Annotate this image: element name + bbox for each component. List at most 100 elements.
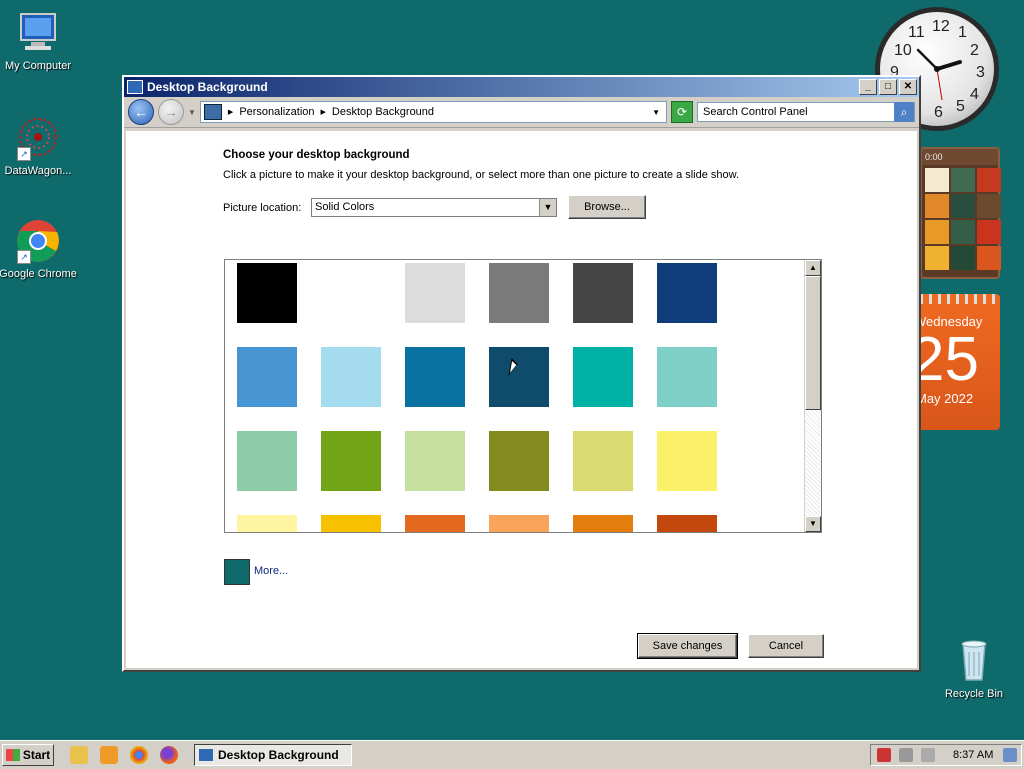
start-button[interactable]: Start (2, 744, 54, 766)
explorer-icon[interactable] (70, 746, 88, 764)
content-pane: Choose your desktop background Click a p… (126, 131, 917, 668)
minimize-button[interactable]: _ (859, 79, 877, 95)
chrome-icon: ↗ (15, 218, 61, 264)
color-swatch[interactable] (573, 263, 633, 323)
browse-button[interactable]: Browse... (568, 195, 646, 219)
system-tray: 8:37 AM (870, 744, 1022, 766)
taskbar-item-label: Desktop Background (218, 748, 339, 762)
color-swatch[interactable] (405, 347, 465, 407)
forward-arrow-icon: → (164, 104, 178, 120)
breadcrumb-personalization[interactable]: Personalization (239, 106, 314, 118)
color-swatch[interactable] (489, 347, 549, 407)
save-changes-button[interactable]: Save changes (637, 633, 738, 659)
chrome-icon[interactable] (130, 746, 148, 764)
title-bar[interactable]: Desktop Background _ □ ✕ (124, 77, 919, 97)
calendar-gadget[interactable]: Wednesday 25 May 2022 (920, 294, 1000, 430)
search-icon[interactable]: ⌕ (894, 102, 914, 122)
color-swatch[interactable] (321, 263, 381, 323)
desktop-icon-recycle-bin[interactable]: Recycle Bin (934, 638, 1014, 700)
breadcrumb-separator-icon: ▶ (320, 109, 326, 116)
current-color-swatch[interactable] (224, 559, 250, 585)
maximize-button[interactable]: □ (879, 79, 897, 95)
color-swatch[interactable] (321, 347, 381, 407)
color-swatch[interactable] (405, 431, 465, 491)
security-alert-icon[interactable] (877, 748, 891, 762)
puzzle-timer: 0:00 (922, 149, 998, 165)
search-input[interactable]: Search Control Panel ⌕ (697, 102, 915, 122)
desktop-icon-my-computer[interactable]: My Computer (0, 10, 78, 72)
network-icon[interactable] (899, 748, 913, 762)
media-player-icon[interactable] (100, 746, 118, 764)
clock-time[interactable]: 8:37 AM (953, 749, 993, 761)
search-placeholder: Search Control Panel (703, 106, 808, 118)
calendar-month-year: May 2022 (920, 391, 974, 406)
color-swatch[interactable] (405, 263, 465, 323)
color-swatch[interactable] (489, 263, 549, 323)
color-swatch[interactable] (489, 431, 549, 491)
color-swatch[interactable] (573, 515, 633, 532)
color-swatch[interactable] (657, 431, 717, 491)
refresh-icon: ⟳ (676, 105, 688, 119)
refresh-button[interactable]: ⟳ (671, 101, 693, 123)
windows-logo-icon (5, 749, 20, 761)
more-colors-link[interactable]: More... (254, 565, 288, 577)
desktop-icon-label: DataWagon... (4, 165, 72, 177)
picture-puzzle-gadget[interactable]: 0:00 (920, 147, 1001, 279)
taskbar-item-desktop-background[interactable]: Desktop Background (194, 744, 352, 766)
window-title: Desktop Background (147, 80, 268, 94)
desktop-icon-label: My Computer (4, 60, 72, 72)
navigation-bar: ← → ▼ ▶ Personalization ▶ Desktop Backgr… (124, 97, 919, 128)
close-button[interactable]: ✕ (899, 79, 917, 95)
shortcut-arrow-icon: ↗ (17, 147, 31, 161)
desktop-icon-google-chrome[interactable]: ↗ Google Chrome (0, 218, 78, 280)
forward-button[interactable]: → (158, 99, 184, 125)
color-swatch[interactable] (657, 347, 717, 407)
scroll-thumb[interactable] (805, 276, 821, 410)
desktop-icon-label: Recycle Bin (944, 688, 1004, 700)
address-bar[interactable]: ▶ Personalization ▶ Desktop Background ▼ (199, 101, 667, 123)
desktop-icon-label: Google Chrome (0, 268, 77, 280)
cancel-button[interactable]: Cancel (748, 634, 824, 658)
page-description: Click a picture to make it your desktop … (223, 169, 740, 181)
color-swatch[interactable] (573, 347, 633, 407)
scroll-down-button[interactable]: ▼ (805, 516, 821, 532)
history-dropdown-icon[interactable]: ▼ (188, 108, 196, 117)
firefox-icon[interactable] (160, 746, 178, 764)
back-button[interactable]: ← (128, 99, 154, 125)
quick-launch (70, 746, 178, 764)
computer-icon (15, 10, 61, 56)
calendar-day: 25 (920, 325, 979, 394)
scroll-up-button[interactable]: ▲ (805, 260, 821, 276)
breadcrumb-desktop-background[interactable]: Desktop Background (332, 106, 434, 118)
show-desktop-icon[interactable] (1003, 748, 1017, 762)
color-swatch[interactable] (321, 431, 381, 491)
color-swatch[interactable] (237, 263, 297, 323)
chevron-down-icon[interactable]: ▼ (539, 199, 556, 216)
breadcrumb-separator-icon: ▶ (227, 109, 234, 116)
color-swatch[interactable] (657, 515, 717, 532)
color-swatch[interactable] (237, 431, 297, 491)
datawagon-icon: ↗ (15, 115, 61, 161)
desktop-icon-datawagon[interactable]: ↗ DataWagon... (0, 115, 78, 177)
gallery-scrollbar[interactable]: ▲ ▼ (804, 260, 821, 532)
shortcut-arrow-icon: ↗ (17, 250, 31, 264)
puzzle-grid[interactable] (922, 165, 1001, 273)
back-arrow-icon: ← (134, 104, 148, 120)
color-swatch[interactable] (405, 515, 465, 532)
picture-location-value: Solid Colors (315, 201, 375, 213)
control-panel-icon (127, 80, 143, 94)
color-swatch[interactable] (321, 515, 381, 532)
start-label: Start (22, 748, 51, 762)
color-swatch[interactable] (657, 263, 717, 323)
control-panel-icon (203, 104, 222, 120)
picture-location-select[interactable]: Solid Colors ▼ (311, 198, 557, 217)
picture-location-label: Picture location: (223, 202, 302, 214)
color-swatch[interactable] (489, 515, 549, 532)
color-swatch[interactable] (573, 431, 633, 491)
color-swatch[interactable] (237, 347, 297, 407)
desktop-background-window[interactable]: Desktop Background _ □ ✕ ← → ▼ ▶ Persona… (122, 75, 921, 672)
color-swatch[interactable] (237, 515, 297, 532)
color-gallery[interactable]: ▲ ▼ (224, 259, 822, 533)
volume-icon[interactable] (921, 748, 935, 762)
address-dropdown-icon[interactable]: ▼ (652, 108, 666, 117)
